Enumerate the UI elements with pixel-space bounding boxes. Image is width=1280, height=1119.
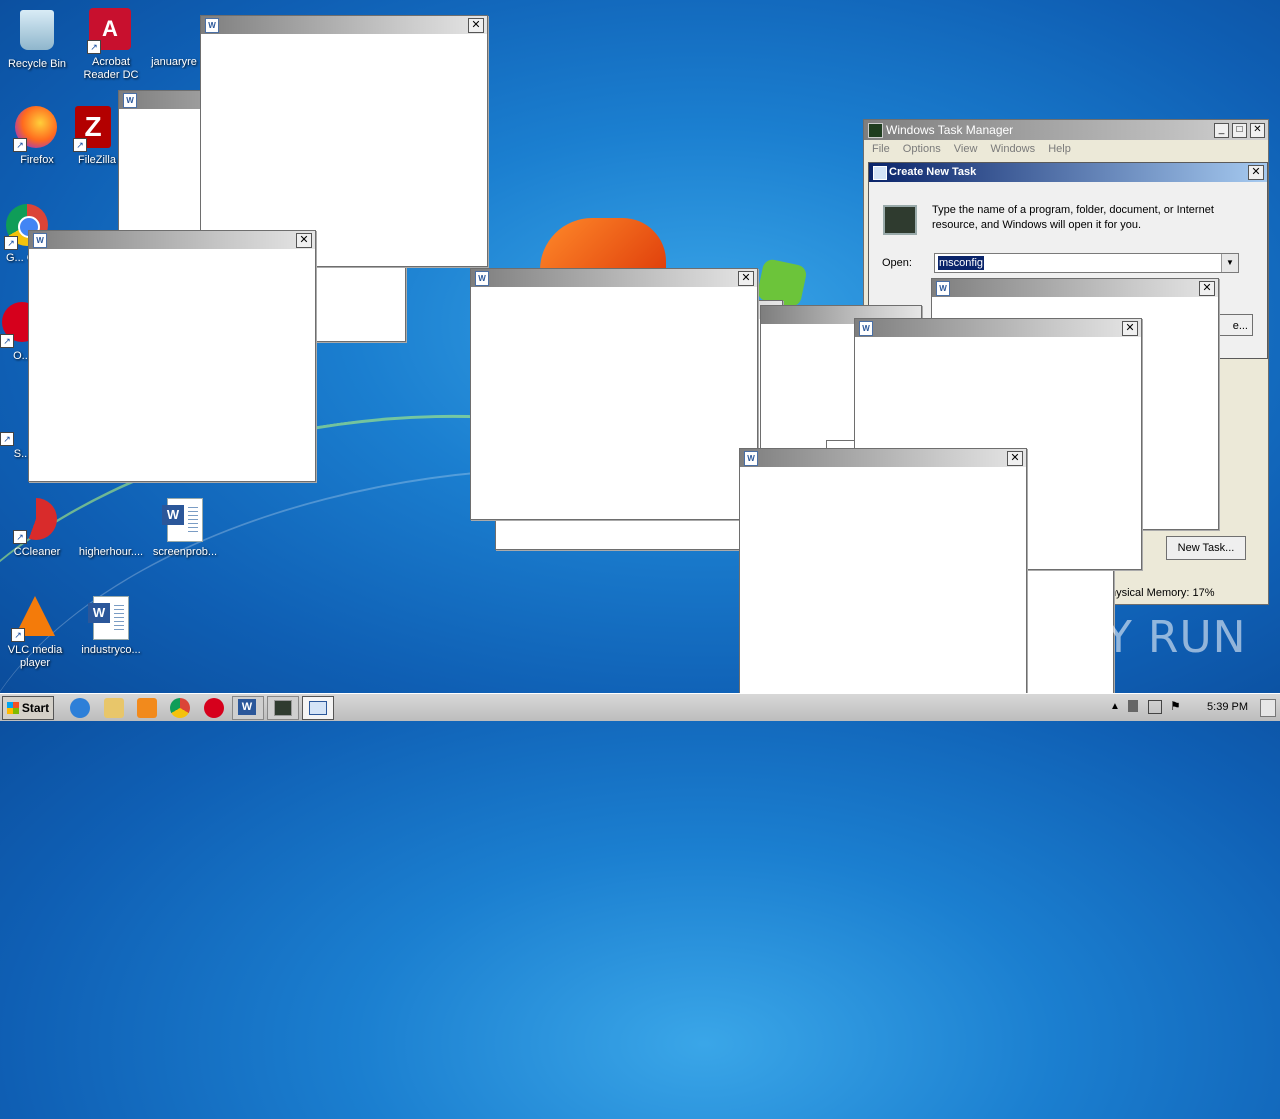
window-titlebar[interactable]: W ✕ [29, 231, 315, 249]
open-input[interactable]: msconfig ▼ [934, 253, 1239, 273]
run-icon [873, 166, 887, 180]
close-icon[interactable]: ✕ [738, 271, 754, 286]
close-icon[interactable]: ✕ [296, 233, 312, 248]
close-icon[interactable]: ✕ [468, 18, 484, 33]
window-titlebar[interactable]: W ✕ [855, 319, 1141, 337]
anyrun-watermark: ANY RUN [1040, 612, 1247, 663]
menu-windows[interactable]: Windows [991, 143, 1036, 155]
opera-icon[interactable] [204, 698, 224, 718]
word-document-icon [88, 596, 133, 640]
task-manager-titlebar[interactable]: Windows Task Manager _ □ ✕ [864, 120, 1268, 140]
desktop-icon-higherhour[interactable]: higherhour.... [76, 498, 146, 559]
flag-icon[interactable]: ⚑ [1170, 699, 1181, 713]
speaker-icon[interactable] [1128, 700, 1138, 712]
window-titlebar[interactable]: W ✕ [471, 269, 757, 287]
desktop-icon-label: higherhour.... [78, 546, 144, 558]
blank-word-window[interactable]: W ✕ [739, 448, 1027, 700]
desktop-icon-label: CCleaner [13, 546, 61, 558]
desktop-icon-januaryre[interactable]: januaryre [142, 8, 206, 69]
vlc-icon: ↗ [11, 596, 57, 642]
task-manager-title: Windows Task Manager [886, 123, 1014, 137]
window-titlebar[interactable]: W ✕ [932, 279, 1218, 297]
desktop-icon-label: industryco... [81, 644, 141, 656]
maximize-icon[interactable]: □ [1232, 123, 1247, 138]
word-icon: W [744, 451, 758, 466]
desktop-icon-label: Recycle Bin [7, 58, 67, 70]
start-label: Start [21, 701, 50, 715]
new-task-button[interactable]: New Task... [1166, 536, 1246, 560]
internet-explorer-icon[interactable] [70, 698, 90, 718]
taskbar-word-button[interactable]: W [232, 696, 264, 720]
desktop-icon-label: VLC media player [7, 644, 63, 669]
run-icon [309, 701, 327, 715]
desktop-icon-screenprob[interactable]: screenprob... [150, 498, 220, 559]
clock[interactable]: 5:39 PM [1207, 701, 1248, 713]
file-icon [152, 8, 196, 52]
close-icon[interactable]: ✕ [1250, 123, 1265, 138]
open-label: Open: [882, 257, 912, 269]
show-hidden-icons-icon[interactable]: ▲ [1110, 701, 1120, 712]
desktop-icon-ccleaner[interactable]: ↗ CCleaner [2, 498, 72, 559]
show-desktop-button[interactable] [1260, 699, 1276, 717]
word-icon: W [475, 271, 489, 286]
open-input-value: msconfig [938, 256, 985, 270]
system-tray: ▲ ⚑ 5:39 PM [1108, 694, 1280, 721]
close-icon[interactable]: ✕ [1199, 281, 1215, 296]
word-icon: W [123, 93, 137, 108]
close-icon[interactable]: ✕ [1248, 165, 1264, 180]
desktop-icon-label: Acrobat Reader DC [83, 56, 139, 81]
windows-logo-icon [6, 702, 19, 714]
physical-memory-status: hysical Memory: 17% [1110, 587, 1215, 599]
task-manager-menubar: File Options View Windows Help [864, 140, 1268, 158]
blank-word-window[interactable]: W ✕ [28, 230, 316, 482]
window-titlebar[interactable]: W ✕ [740, 449, 1026, 467]
wallpaper-logo [540, 218, 666, 270]
word-icon: W [33, 233, 47, 248]
acrobat-icon: A ↗ [87, 8, 133, 54]
menu-help[interactable]: Help [1048, 143, 1071, 155]
task-manager-icon [868, 123, 883, 138]
desktop-icon-label: januaryre [151, 56, 197, 68]
start-button[interactable]: Start [2, 696, 54, 720]
chrome-icon[interactable] [170, 698, 190, 718]
computer-icon [883, 205, 917, 235]
word-icon: W [936, 281, 950, 296]
create-new-task-titlebar[interactable]: Create New Task ✕ [869, 163, 1267, 182]
close-icon[interactable]: ✕ [1007, 451, 1023, 466]
dialog-description: Type the name of a program, folder, docu… [932, 204, 1214, 231]
desktop-icon-vlc[interactable]: ↗ VLC media player [0, 596, 70, 670]
taskbar: Start W ▲ ⚑ 5:39 PM [0, 693, 1280, 721]
taskbar-run-button[interactable] [302, 696, 334, 720]
task-manager-icon [274, 700, 292, 716]
window-titlebar[interactable]: W ✕ [201, 16, 487, 34]
desktop-icon-industryco[interactable]: industryco... [76, 596, 146, 657]
close-icon[interactable]: ✕ [1122, 321, 1138, 336]
desktop-icon-label: screenprob... [152, 546, 218, 558]
menu-view[interactable]: View [954, 143, 978, 155]
media-player-icon[interactable] [137, 698, 157, 718]
menu-options[interactable]: Options [903, 143, 941, 155]
create-new-task-title: Create New Task [889, 166, 977, 178]
minimize-icon[interactable]: _ [1214, 123, 1229, 138]
word-icon: W [859, 321, 873, 336]
word-document-icon [162, 498, 207, 542]
desktop-icon-recycle-bin[interactable]: Recycle Bin [2, 8, 72, 71]
chevron-down-icon[interactable]: ▼ [1221, 254, 1238, 272]
recycle-bin-icon [15, 10, 59, 54]
network-icon[interactable] [1148, 700, 1162, 714]
menu-file[interactable]: File [872, 143, 890, 155]
filezilla-icon: Z ↗ [73, 106, 119, 152]
file-explorer-icon[interactable] [104, 698, 124, 718]
desktop-icon-label: Firefox [20, 154, 54, 166]
desktop-icon-label: FileZilla [78, 154, 116, 166]
ccleaner-icon: ↗ [13, 498, 59, 544]
word-icon: W [205, 18, 219, 33]
firefox-icon: ↗ [13, 106, 59, 152]
blank-word-window[interactable]: W ✕ [470, 268, 758, 520]
desktop-icon-acrobat[interactable]: A ↗ Acrobat Reader DC [76, 8, 146, 82]
word-icon: W [238, 699, 256, 715]
taskbar-task-manager-button[interactable] [267, 696, 299, 720]
file-icon [89, 498, 133, 542]
